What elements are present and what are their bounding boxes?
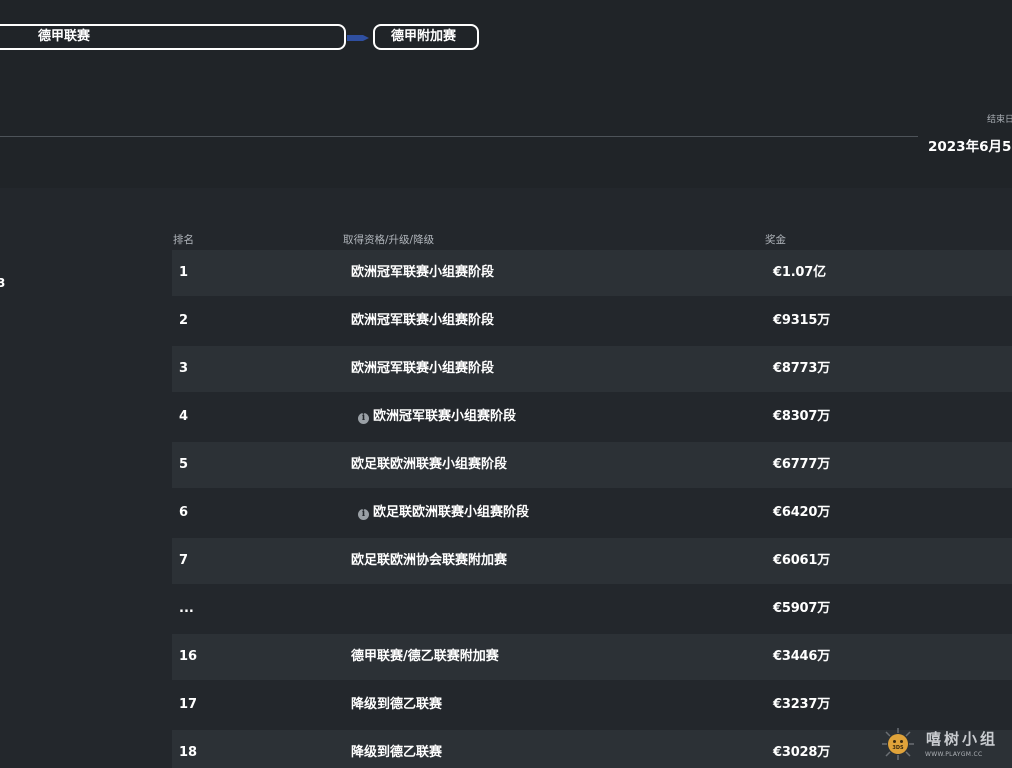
prize-table: 排名 取得资格/升级/降级 奖金 1 欧洲冠军联赛小组赛阶段 €1.07亿 2 … (172, 230, 1012, 768)
qualification-cell: 降级到德乙联赛 (351, 697, 443, 712)
table-header: 排名 取得资格/升级/降级 奖金 (172, 230, 1012, 250)
watermark: 3DS 嘻树小组 WWW.PLAYGM.CC (878, 724, 1008, 764)
qualification-text: 欧洲冠军联赛小组赛阶段 (373, 409, 517, 424)
qualification-cell: i 欧洲冠军联赛小组赛阶段 (358, 394, 516, 440)
prize-cell: €6061万 (773, 553, 831, 568)
end-date-label: 结束日 (987, 115, 1012, 125)
rank-cell: 3 (179, 361, 189, 376)
watermark-url: WWW.PLAYGM.CC (925, 751, 983, 758)
watermark-title: 嘻树小组 (926, 730, 999, 748)
timeline-divider (0, 136, 918, 137)
table-row: 5 欧足联欧洲联赛小组赛阶段 €6777万 (172, 442, 1012, 488)
watermark-logo-icon: 3DS (882, 728, 914, 760)
rank-cell: 17 (179, 697, 198, 712)
table-row: 17 降级到德乙联赛 €3237万 (172, 682, 1012, 728)
header-rank: 排名 (173, 234, 194, 246)
prize-cell: €3028万 (773, 745, 831, 760)
table-row: ... €5907万 (172, 586, 1012, 632)
rank-cell: 2 (179, 313, 189, 328)
table-row: 1 欧洲冠军联赛小组赛阶段 €1.07亿 (172, 250, 1012, 296)
rank-cell: 6 (179, 505, 189, 520)
table-row: 4 i 欧洲冠军联赛小组赛阶段 €8307万 (172, 394, 1012, 440)
rank-cell: 7 (179, 553, 189, 568)
rank-cell: ... (179, 601, 194, 616)
info-icon[interactable]: i (358, 413, 369, 424)
table-row: 3 欧洲冠军联赛小组赛阶段 €8773万 (172, 346, 1012, 392)
top-band: 德甲联赛 德甲附加赛 结束日 2023年6月5 (0, 0, 1012, 188)
prize-cell: €3237万 (773, 697, 831, 712)
rank-cell: 4 (179, 409, 189, 424)
end-date-value: 2023年6月5 (928, 139, 1012, 155)
qualification-text: 欧足联欧洲联赛小组赛阶段 (373, 505, 530, 520)
rank-cell: 1 (179, 265, 189, 280)
connector-arrow-icon (347, 35, 369, 41)
qualification-cell: 降级到德乙联赛 (351, 745, 443, 760)
rank-cell: 18 (179, 745, 198, 760)
qualification-cell: 德甲联赛/德乙联赛附加赛 (351, 649, 499, 664)
prize-cell: €5907万 (773, 601, 831, 616)
qualification-cell: 欧洲冠军联赛小组赛阶段 (351, 313, 495, 328)
league-pill[interactable]: 德甲联赛 (0, 24, 346, 50)
prize-cell: €9315万 (773, 313, 831, 328)
qualification-cell: 欧洲冠军联赛小组赛阶段 (351, 265, 495, 280)
page: 德甲联赛 德甲附加赛 结束日 2023年6月5 3 排名 取得资格/升级/降级 … (0, 0, 1012, 768)
watermark-logo-text: 3DS (892, 745, 904, 751)
table-row: 7 欧足联欧洲协会联赛附加赛 €6061万 (172, 538, 1012, 584)
prize-cell: €6777万 (773, 457, 831, 472)
prize-cell: €6420万 (773, 505, 831, 520)
qualification-cell: 欧洲冠军联赛小组赛阶段 (351, 361, 495, 376)
playoff-pill[interactable]: 德甲附加赛 (373, 24, 479, 50)
rank-cell: 16 (179, 649, 198, 664)
prize-cell: €8773万 (773, 361, 831, 376)
info-icon[interactable]: i (358, 509, 369, 520)
table-row: 6 i 欧足联欧洲联赛小组赛阶段 €6420万 (172, 490, 1012, 536)
prize-cell: €1.07亿 (773, 265, 826, 280)
qualification-cell: i 欧足联欧洲联赛小组赛阶段 (358, 490, 529, 536)
prize-cell: €8307万 (773, 409, 831, 424)
qualification-cell: 欧足联欧洲协会联赛附加赛 (351, 553, 508, 568)
header-prize: 奖金 (765, 234, 786, 246)
table-row: 16 德甲联赛/德乙联赛附加赛 €3446万 (172, 634, 1012, 680)
rank-cell: 5 (179, 457, 189, 472)
prize-cell: €3446万 (773, 649, 831, 664)
left-stub-text: 3 (0, 276, 6, 290)
table-row: 2 欧洲冠军联赛小组赛阶段 €9315万 (172, 298, 1012, 344)
qualification-cell: 欧足联欧洲联赛小组赛阶段 (351, 457, 508, 472)
header-qualification: 取得资格/升级/降级 (343, 234, 435, 246)
